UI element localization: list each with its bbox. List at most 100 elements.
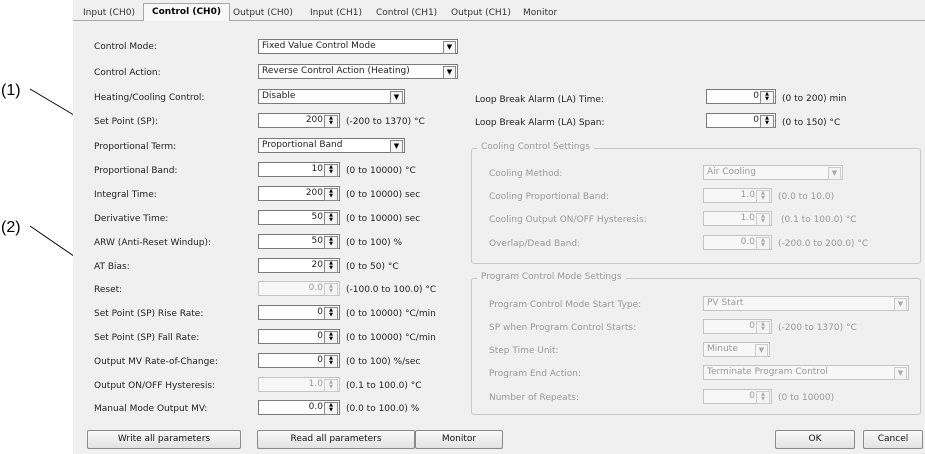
sp-rise-rate-spinner[interactable]: 0 ▲ ▼ <box>258 305 340 320</box>
chevron-down-icon: ▼ <box>828 167 841 180</box>
write-all-parameters-button[interactable]: Write all parameters <box>87 430 241 449</box>
integral-time-spinner[interactable]: 200 ▲ ▼ <box>258 186 340 201</box>
tab-input-ch1[interactable]: Input (CH1) <box>310 6 362 20</box>
step-time-unit-label: Step Time Unit: <box>489 346 559 356</box>
down-arrow-icon[interactable]: ▼ <box>325 194 337 199</box>
spinner-buttons[interactable]: ▲ ▼ <box>760 91 774 104</box>
arw-value: 50 <box>311 236 323 246</box>
cooling-prop-band-value: 1.0 <box>740 190 755 200</box>
reset-value: 0.0 <box>308 283 323 293</box>
down-arrow-icon[interactable]: ▼ <box>761 97 773 102</box>
tab-monitor[interactable]: Monitor <box>523 6 557 20</box>
tab-output-ch1[interactable]: Output (CH1) <box>451 6 511 20</box>
spinner-buttons[interactable]: ▲ ▼ <box>324 402 338 415</box>
proportional-term-value: Proportional Band <box>262 140 343 150</box>
spinner-buttons: ▲ ▼ <box>756 237 770 250</box>
chevron-down-icon: ▼ <box>390 91 403 104</box>
mv-rate-value: 0 <box>317 355 323 365</box>
spinner-buttons[interactable]: ▲ ▼ <box>324 355 338 368</box>
spinner-buttons: ▲ ▼ <box>756 321 770 334</box>
arw-spinner[interactable]: 50 ▲ ▼ <box>258 234 340 249</box>
sp-fall-rate-spinner[interactable]: 0 ▲ ▼ <box>258 329 340 344</box>
ok-button[interactable]: OK <box>775 430 855 449</box>
down-arrow-icon[interactable]: ▼ <box>325 121 337 126</box>
cooling-method-value: Air Cooling <box>707 167 756 177</box>
manual-mv-range: (0.0 to 100.0) % <box>346 404 420 414</box>
down-arrow-icon[interactable]: ▼ <box>325 337 337 342</box>
heating-cooling-select[interactable]: Disable ▼ <box>258 89 405 104</box>
spinner-buttons[interactable]: ▲ ▼ <box>324 260 338 273</box>
down-arrow-icon[interactable]: ▼ <box>325 313 337 318</box>
la-time-spinner[interactable]: 0 ▲ ▼ <box>706 89 776 104</box>
spinner-buttons[interactable]: ▲ ▼ <box>324 115 338 128</box>
spinner-buttons[interactable]: ▲ ▼ <box>324 307 338 320</box>
reset-label: Reset: <box>94 285 123 295</box>
down-arrow-icon[interactable]: ▼ <box>325 218 337 223</box>
down-arrow-icon: ▼ <box>761 218 765 224</box>
control-mode-value: Fixed Value Control Mode <box>262 41 376 51</box>
tab-control-ch0[interactable]: Control (CH0) <box>143 3 230 21</box>
manual-mv-spinner[interactable]: 0.0 ▲ ▼ <box>258 400 340 415</box>
control-action-label: Control Action: <box>94 68 161 78</box>
spinner-buttons[interactable]: ▲ ▼ <box>324 188 338 201</box>
spinner-buttons: ▲ ▼ <box>756 391 770 404</box>
set-point-range: (-200 to 1370) °C <box>346 117 425 127</box>
derivative-time-spinner[interactable]: 50 ▲ ▼ <box>258 210 340 225</box>
spinner-buttons[interactable]: ▲ ▼ <box>324 236 338 249</box>
tab-control-ch1[interactable]: Control (CH1) <box>376 6 437 20</box>
at-bias-spinner[interactable]: 20 ▲ ▼ <box>258 258 340 273</box>
mv-rate-spinner[interactable]: 0 ▲ ▼ <box>258 353 340 368</box>
cooling-method-label: Cooling Method: <box>489 169 563 179</box>
cancel-button[interactable]: Cancel <box>863 430 923 449</box>
chevron-down-icon: ▼ <box>894 298 907 311</box>
control-settings-window: Input (CH0) Control (CH0) Output (CH0) I… <box>73 0 925 454</box>
overlap-dead-band-label: Overlap/Dead Band: <box>489 239 581 249</box>
number-of-repeats-range: (0 to 10000) <box>778 393 835 403</box>
monitor-button[interactable]: Monitor <box>415 430 503 449</box>
set-point-spinner[interactable]: 200 ▲ ▼ <box>258 113 340 128</box>
program-end-action-select: Terminate Program Control ▼ <box>703 365 909 380</box>
la-time-label: Loop Break Alarm (LA) Time: <box>475 95 604 105</box>
la-span-label: Loop Break Alarm (LA) Span: <box>475 118 605 128</box>
down-arrow-icon[interactable]: ▼ <box>325 242 337 247</box>
tab-output-ch0[interactable]: Output (CH0) <box>233 6 293 20</box>
program-end-action-value: Terminate Program Control <box>707 367 828 377</box>
spinner-buttons[interactable]: ▲ ▼ <box>324 212 338 225</box>
la-span-spinner[interactable]: 0 ▲ ▼ <box>706 113 776 128</box>
tab-input-ch0[interactable]: Input (CH0) <box>83 6 135 20</box>
program-end-action-label: Program End Action: <box>489 369 582 379</box>
control-action-select[interactable]: Reverse Control Action (Heating) ▼ <box>258 64 458 79</box>
spinner-buttons: ▲ ▼ <box>324 283 338 296</box>
down-arrow-icon[interactable]: ▼ <box>761 121 773 126</box>
proportional-band-spinner[interactable]: 10 ▲ ▼ <box>258 162 340 177</box>
down-arrow-icon[interactable]: ▼ <box>325 170 337 175</box>
down-arrow-icon[interactable]: ▼ <box>325 266 337 271</box>
integral-time-range: (0 to 10000) sec <box>346 190 421 200</box>
down-arrow-icon[interactable]: ▼ <box>325 361 337 366</box>
spinner-buttons[interactable]: ▲ ▼ <box>324 331 338 344</box>
onoff-hysteresis-label: Output ON/OFF Hysteresis: <box>94 381 216 391</box>
down-arrow-icon: ▼ <box>329 384 333 390</box>
chevron-down-icon: ▼ <box>443 66 456 79</box>
spinner-buttons[interactable]: ▲ ▼ <box>760 115 774 128</box>
read-all-parameters-button[interactable]: Read all parameters <box>257 430 415 449</box>
reset-range: (-100.0 to 100.0) °C <box>346 285 437 295</box>
control-mode-select[interactable]: Fixed Value Control Mode ▼ <box>258 39 458 54</box>
derivative-time-label: Derivative Time: <box>94 214 169 224</box>
down-arrow-icon[interactable]: ▼ <box>325 408 337 413</box>
sp-rise-rate-label: Set Point (SP) Rise Rate: <box>94 309 204 319</box>
onoff-hysteresis-value: 1.0 <box>308 379 323 389</box>
proportional-term-select[interactable]: Proportional Band ▼ <box>258 138 405 153</box>
program-settings-title: Program Control Mode Settings <box>477 272 626 282</box>
arw-label: ARW (Anti-Reset Windup): <box>94 238 212 248</box>
number-of-repeats-label: Number of Repeats: <box>489 393 579 403</box>
at-bias-value: 20 <box>311 260 323 270</box>
chevron-down-icon: ▼ <box>755 344 768 357</box>
cooling-hysteresis-spinner: 1.0 ▲ ▼ <box>703 211 772 226</box>
mv-rate-label: Output MV Rate-of-Change: <box>94 357 218 367</box>
onoff-hysteresis-spinner: 1.0 ▲ ▼ <box>258 377 340 392</box>
control-mode-label: Control Mode: <box>94 42 157 52</box>
proportional-band-label: Proportional Band: <box>94 166 178 176</box>
spinner-buttons[interactable]: ▲ ▼ <box>324 164 338 177</box>
program-start-type-value: PV Start <box>707 298 744 308</box>
